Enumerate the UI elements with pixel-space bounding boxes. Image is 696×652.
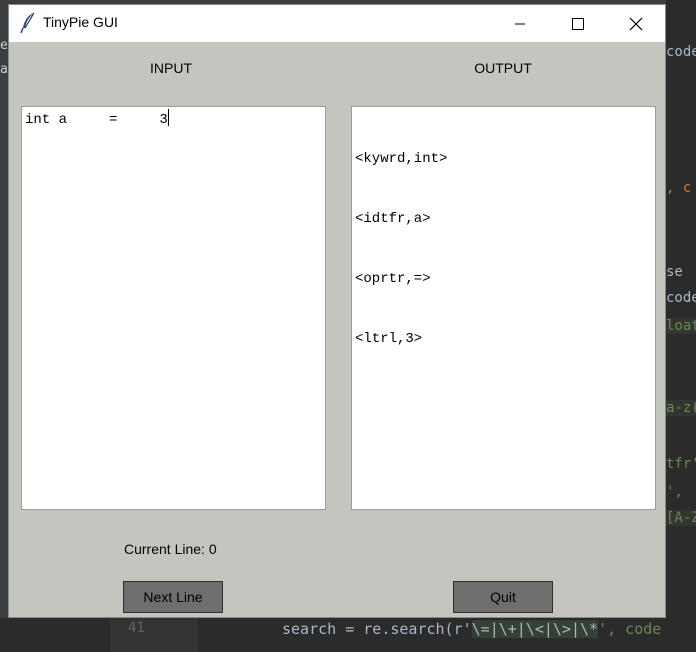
maximize-button[interactable]: [555, 5, 601, 42]
next-line-button[interactable]: Next Line: [123, 581, 223, 613]
ide-right-fragment: a-z(: [666, 400, 696, 416]
ide-fold-column: [196, 618, 241, 652]
ide-background-right: code , c se code loat a-z( tfr' ', [A-Z: [666, 0, 696, 652]
output-token-line: <ltrl,3>: [355, 331, 423, 347]
title-bar[interactable]: TinyPie GUI: [9, 5, 665, 42]
ide-left-fragment: a: [0, 62, 8, 77]
ide-left-fragment: e: [0, 38, 8, 53]
ide-right-fragment: tfr': [666, 456, 696, 472]
ide-right-fragment: ',: [666, 484, 683, 500]
ide-right-fragment: [A-Z: [666, 510, 696, 526]
ide-background-left: e a: [0, 0, 8, 652]
close-icon: [629, 17, 643, 31]
ide-right-fragment: code: [666, 44, 696, 60]
ide-right-fragment: se: [666, 264, 683, 280]
ide-gutter: [110, 618, 196, 652]
output-token-line: <kywrd,int>: [355, 151, 448, 167]
maximize-icon: [572, 17, 584, 30]
output-token-line: <idtfr,a>: [355, 211, 431, 227]
ide-code-prefix: search = re.search(r': [282, 620, 472, 638]
input-text: int a = 3: [25, 112, 168, 128]
window-title: TinyPie GUI: [43, 14, 118, 30]
current-line-value: 0: [208, 541, 217, 557]
current-line-label: Current Line:: [124, 541, 205, 557]
text-caret: [167, 109, 169, 126]
input-textbox[interactable]: int a = 3: [21, 106, 326, 510]
ide-right-fragment: code: [666, 290, 696, 306]
minimize-button[interactable]: [497, 5, 543, 42]
ide-code-line: search = re.search(r'\=|\+|\<|\>|\*', co…: [282, 620, 661, 638]
ide-right-fragment: , c: [666, 180, 692, 196]
ide-background-bottom: 41 search = re.search(r'\=|\+|\<|\>|\*',…: [0, 618, 696, 652]
output-label: OUTPUT: [474, 60, 532, 76]
input-label: INPUT: [150, 60, 192, 76]
current-line-status: Current Line: 0: [124, 541, 217, 557]
ide-right-fragment: loat: [666, 318, 696, 334]
output-textbox[interactable]: <kywrd,int> <idtfr,a> <oprtr,=> <ltrl,3>: [351, 106, 656, 510]
ide-code-suffix: ', code: [598, 620, 662, 638]
tinypie-window: TinyPie GUI INPUT OUTPUT int a = 3 <kywr…: [8, 4, 666, 618]
ide-code-regex: \=|\+|\<|\>|\*: [471, 620, 599, 638]
output-token-line: <oprtr,=>: [355, 271, 431, 287]
ide-line-number: 41: [128, 620, 145, 636]
feather-icon: [19, 12, 39, 34]
minimize-icon: [514, 18, 526, 30]
quit-button[interactable]: Quit: [453, 581, 553, 613]
close-button[interactable]: [613, 5, 659, 42]
